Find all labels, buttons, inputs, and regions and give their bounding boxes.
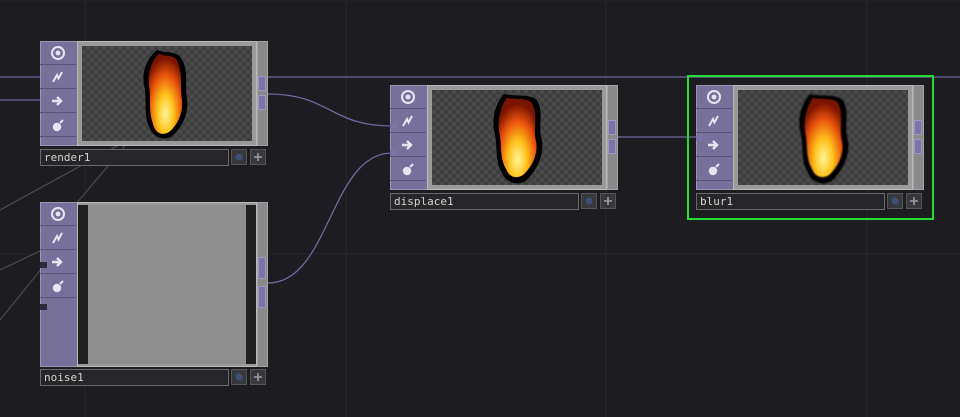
output-port[interactable] xyxy=(914,120,922,135)
output-port[interactable] xyxy=(258,286,266,308)
input-port[interactable] xyxy=(40,262,47,268)
expand-button[interactable] xyxy=(250,149,266,165)
lock-flag-button[interactable] xyxy=(696,157,732,181)
viewer-flag-button[interactable] xyxy=(40,41,76,65)
bypass-flag-button[interactable] xyxy=(696,109,732,133)
display-icon xyxy=(52,256,63,267)
node-noise1[interactable]: noise1 xyxy=(40,202,268,386)
flame-image xyxy=(493,93,543,184)
node-viewer[interactable] xyxy=(77,202,257,367)
lock-flag-button[interactable] xyxy=(40,113,76,137)
node-blur1[interactable]: blur1 xyxy=(696,85,924,211)
viewer-active-icon xyxy=(891,197,899,205)
viewer-active-icon xyxy=(235,153,243,161)
lock-icon xyxy=(52,279,64,292)
viewer-flag-button[interactable] xyxy=(40,202,76,226)
bypass-icon xyxy=(402,115,413,126)
input-port[interactable] xyxy=(390,150,397,156)
bypass-icon xyxy=(708,115,719,126)
lock-flag-button[interactable] xyxy=(40,274,76,298)
display-flag-button[interactable] xyxy=(40,89,76,113)
viewer-icon xyxy=(51,206,65,221)
viewer-active-icon xyxy=(585,197,593,205)
node-name[interactable]: render1 xyxy=(40,149,229,166)
expand-button[interactable] xyxy=(250,369,266,385)
input-port[interactable] xyxy=(390,123,397,129)
display-icon xyxy=(402,139,413,150)
lock-icon xyxy=(402,162,414,175)
lock-icon xyxy=(708,162,720,175)
output-port[interactable] xyxy=(914,139,922,154)
bypass-icon xyxy=(52,232,63,243)
noise-preview xyxy=(78,205,256,364)
expand-icon xyxy=(910,197,918,205)
input-port[interactable] xyxy=(40,304,47,310)
node-output-column xyxy=(257,41,268,146)
viewer-active-button[interactable] xyxy=(581,193,597,209)
output-port[interactable] xyxy=(608,139,616,154)
flame-image xyxy=(799,93,849,184)
viewer-active-button[interactable] xyxy=(887,193,903,209)
node-displace1[interactable]: displace1 xyxy=(390,85,618,211)
bypass-flag-button[interactable] xyxy=(390,109,426,133)
expand-icon xyxy=(254,153,262,161)
expand-icon xyxy=(254,373,262,381)
output-port[interactable] xyxy=(258,76,266,91)
lock-icon xyxy=(52,118,64,131)
display-icon xyxy=(52,95,63,106)
viewer-active-button[interactable] xyxy=(231,149,247,165)
viewer-icon xyxy=(51,45,65,60)
viewer-active-button[interactable] xyxy=(231,369,247,385)
expand-button[interactable] xyxy=(906,193,922,209)
bypass-flag-button[interactable] xyxy=(40,226,76,250)
node-output-column xyxy=(257,202,268,367)
node-render1[interactable]: render1 xyxy=(40,41,268,167)
viewer-active-icon xyxy=(235,373,243,381)
node-name[interactable]: blur1 xyxy=(696,193,885,210)
viewer-flag-button[interactable] xyxy=(696,85,732,109)
node-name[interactable]: displace1 xyxy=(390,193,579,210)
blur-preview xyxy=(738,90,908,185)
displace-preview xyxy=(432,90,602,185)
viewer-icon xyxy=(401,89,415,104)
output-port[interactable] xyxy=(258,95,266,110)
node-output-column xyxy=(607,85,618,190)
bypass-icon xyxy=(52,71,63,82)
output-port[interactable] xyxy=(608,120,616,135)
input-port[interactable] xyxy=(696,135,703,141)
lock-flag-button[interactable] xyxy=(390,157,426,181)
viewer-icon xyxy=(707,89,721,104)
node-viewer[interactable] xyxy=(733,85,913,190)
display-icon xyxy=(708,139,719,150)
node-viewer[interactable] xyxy=(427,85,607,190)
node-name[interactable]: noise1 xyxy=(40,369,229,386)
flame-image xyxy=(143,49,188,139)
bypass-flag-button[interactable] xyxy=(40,65,76,89)
expand-button[interactable] xyxy=(600,193,616,209)
viewer-flag-button[interactable] xyxy=(390,85,426,109)
node-output-column xyxy=(913,85,924,190)
expand-icon xyxy=(604,197,612,205)
output-port[interactable] xyxy=(258,257,266,279)
render-preview xyxy=(82,46,252,141)
node-viewer[interactable] xyxy=(77,41,257,146)
